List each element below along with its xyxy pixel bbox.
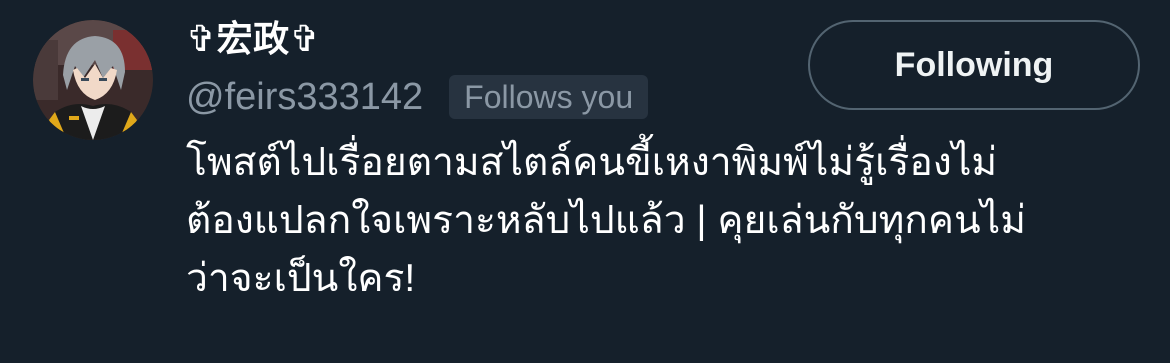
display-name[interactable]: ✞宏政✞ xyxy=(186,14,796,64)
avatar-image-icon xyxy=(33,20,153,140)
following-button[interactable]: Following xyxy=(808,20,1140,110)
bio-line: ว่าจะเป็นใคร! xyxy=(186,257,416,300)
follows-you-badge: Follows you xyxy=(449,75,649,119)
user-handle[interactable]: @feirs333142 xyxy=(186,72,423,122)
bio-line: โพสต์ไปเรื่อยตามสไตล์คนขี้เหงาพิมพ์ไม่รู… xyxy=(186,141,998,184)
user-info: ✞宏政✞ @feirs333142 Follows you xyxy=(186,14,796,122)
handle-row: @feirs333142 Follows you xyxy=(186,72,796,122)
avatar[interactable] xyxy=(33,20,153,140)
user-bio: โพสต์ไปเรื่อยตามสไตล์คนขี้เหงาพิมพ์ไม่รู… xyxy=(186,134,1136,308)
user-cell[interactable]: ✞宏政✞ @feirs333142 Follows you Following … xyxy=(0,0,1170,363)
bio-line: ต้องแปลกใจเพราะหลับไปแล้ว | คุยเล่นกับทุ… xyxy=(186,199,1026,242)
